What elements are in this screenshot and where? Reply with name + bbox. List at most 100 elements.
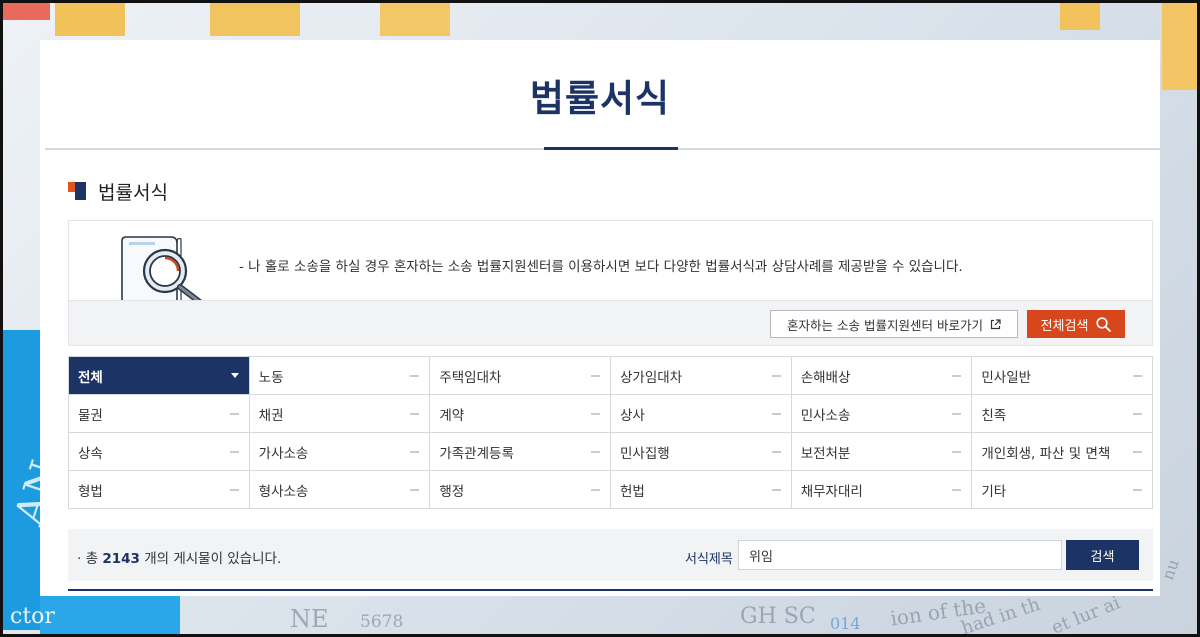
category-label: 가사소송	[258, 445, 309, 462]
category-label: 계약	[439, 407, 465, 424]
dash-icon	[771, 412, 781, 415]
count-suffix: 개의 게시물이 있습니다.	[144, 551, 282, 567]
category-item[interactable]: 상사	[611, 395, 792, 433]
category-label: 개인회생, 파산 및 면책	[981, 445, 1111, 462]
search-button[interactable]: 검색	[1066, 540, 1139, 570]
category-item[interactable]: 보전처분	[791, 433, 973, 471]
list-top-rule	[68, 589, 1153, 591]
document-magnifier-icon	[121, 236, 203, 300]
category-item[interactable]: 전체	[69, 357, 250, 395]
category-label: 상속	[78, 445, 103, 462]
dash-icon	[410, 412, 420, 415]
category-label: 민사집행	[620, 445, 670, 462]
category-label: 행정	[439, 483, 465, 500]
category-item[interactable]: 헌법	[611, 471, 792, 509]
category-item[interactable]: 개인회생, 파산 및 면책	[972, 433, 1154, 471]
category-item[interactable]: 민사집행	[611, 433, 792, 471]
info-text: - 나 홀로 소송을 하실 경우 혼자하는 소송 법률지원센터를 이용하시면 보…	[239, 259, 963, 275]
category-item[interactable]: 친족	[972, 395, 1154, 433]
dash-icon	[952, 488, 962, 491]
category-grid: 전체 노동 주택임대차 상가임대차 손해배상 민사일반물권 채권 계약 상사 민사소송 친족상속 가사…	[68, 356, 1154, 509]
category-item[interactable]: 가사소송	[249, 433, 431, 471]
info-top: - 나 홀로 소송을 하실 경우 혼자하는 소송 법률지원센터를 이용하시면 보…	[69, 221, 1152, 300]
category-label: 보전처분	[800, 445, 851, 462]
category-item[interactable]: 채권	[249, 395, 431, 433]
category-item[interactable]: 민사소송	[791, 395, 973, 433]
dash-icon	[591, 374, 601, 377]
category-label: 손해배상	[800, 369, 851, 386]
link-button-label: 혼자하는 소송 법률지원센터 바로가기	[787, 317, 983, 333]
category-item[interactable]: 형법	[69, 471, 250, 509]
category-row: 전체 노동 주택임대차 상가임대차 손해배상 민사일반	[69, 357, 1154, 395]
dash-icon	[410, 374, 420, 377]
result-count-text: · 총 2143 개의 게시물이 있습니다.	[77, 551, 282, 567]
dash-icon	[591, 450, 601, 453]
page-title: 법률서식	[529, 77, 671, 120]
category-label: 전체	[78, 369, 103, 386]
category-label: 가족관계등록	[439, 445, 514, 462]
section-title: 법률서식	[98, 182, 168, 204]
category-label: 물권	[78, 407, 103, 424]
category-row: 상속 가사소송 가족관계등록 민사집행 보전처분 개인회생, 파산 및 면책	[69, 433, 1154, 471]
category-label: 채권	[258, 407, 284, 424]
category-label: 친족	[981, 407, 1007, 424]
search-icon	[1096, 316, 1112, 332]
dash-icon	[952, 374, 962, 377]
category-item[interactable]: 기타	[972, 471, 1154, 509]
title-accent-bar	[544, 147, 678, 150]
dash-icon	[1133, 488, 1143, 491]
dash-icon	[771, 450, 781, 453]
dash-icon	[229, 450, 239, 453]
category-row: 형법 형사소송 행정 헌법 채무자대리 기타	[69, 471, 1154, 509]
dash-icon	[771, 488, 781, 491]
category-label: 형법	[78, 483, 103, 500]
info-actions: 혼자하는 소송 법률지원센터 바로가기 전체검색	[69, 300, 1152, 345]
category-item[interactable]: 주택임대차	[430, 357, 612, 395]
search-all-label: 전체검색	[1040, 317, 1089, 333]
category-item[interactable]: 상가임대차	[611, 357, 792, 395]
category-label: 상사	[620, 407, 645, 424]
legal-support-center-link-button[interactable]: 혼자하는 소송 법률지원센터 바로가기	[770, 310, 1018, 338]
category-row: 물권 채권 계약 상사 민사소송 친족	[69, 395, 1154, 433]
square-blocks-icon	[68, 181, 88, 202]
category-item[interactable]: 채무자대리	[791, 471, 973, 509]
dash-icon	[410, 450, 420, 453]
title-search-input[interactable]	[738, 540, 1062, 570]
dash-icon	[591, 488, 601, 491]
category-label: 민사일반	[981, 369, 1032, 386]
result-count: 2143	[102, 551, 140, 567]
category-label: 헌법	[620, 483, 645, 500]
category-item[interactable]: 계약	[430, 395, 612, 433]
category-item[interactable]: 형사소송	[249, 471, 431, 509]
category-label: 채무자대리	[800, 483, 863, 500]
category-label: 형사소송	[258, 483, 309, 500]
category-label: 노동	[258, 369, 284, 386]
dash-icon	[1133, 412, 1143, 415]
search-all-button[interactable]: 전체검색	[1027, 310, 1125, 338]
info-box: - 나 홀로 소송을 하실 경우 혼자하는 소송 법률지원센터를 이용하시면 보…	[68, 220, 1153, 346]
search-field-label: 서식제목	[685, 552, 733, 567]
dash-icon	[771, 374, 781, 377]
dash-icon	[410, 488, 420, 491]
category-item[interactable]: 노동	[249, 357, 431, 395]
category-item[interactable]: 물권	[69, 395, 250, 433]
dash-icon	[591, 412, 601, 415]
category-label: 상가임대차	[620, 369, 683, 386]
content-panel: 법률서식 법률서식 - 나 홀로 소송을 하실 경우 혼자하는 소송 법률지원센…	[40, 40, 1160, 596]
category-item[interactable]: 행정	[430, 471, 612, 509]
category-item[interactable]: 민사일반	[972, 357, 1154, 395]
category-label: 민사소송	[800, 407, 851, 424]
category-item[interactable]: 손해배상	[791, 357, 973, 395]
category-item[interactable]: 상속	[69, 433, 250, 471]
category-label: 주택임대차	[439, 369, 502, 386]
caret-down-icon	[230, 373, 239, 378]
category-label: 기타	[981, 483, 1007, 500]
count-prefix: 총	[85, 551, 99, 567]
dash-icon	[229, 488, 239, 491]
category-item[interactable]: 가족관계등록	[430, 433, 612, 471]
external-link-icon	[990, 318, 1001, 329]
section-header: 법률서식	[68, 178, 168, 205]
dash-icon	[952, 412, 962, 415]
dash-icon	[1133, 450, 1143, 453]
dash-icon	[229, 412, 239, 415]
